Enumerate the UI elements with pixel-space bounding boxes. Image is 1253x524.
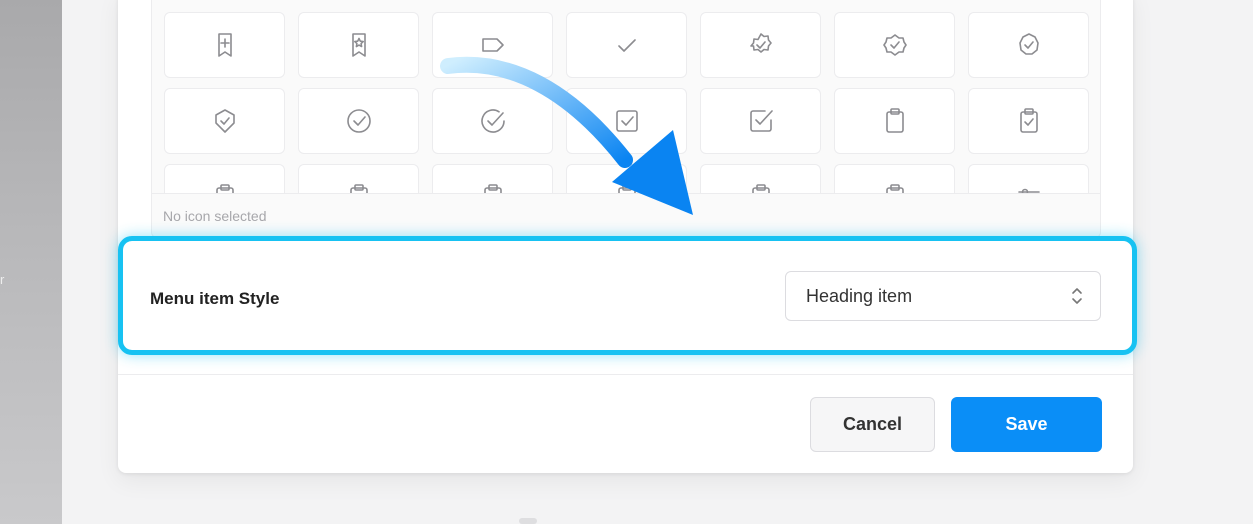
menu-item-style-label: Menu item Style (150, 289, 280, 308)
clipboard-icon (885, 108, 904, 133)
square-check-icon (615, 110, 638, 132)
icon-grid (164, 12, 1089, 193)
circle-check-2-icon (480, 109, 505, 133)
clipboard-icon (349, 184, 368, 193)
icon-option[interactable] (164, 12, 285, 78)
square-check-2-icon (749, 110, 773, 132)
menu-item-style-row: Menu item Style Heading item (118, 236, 1137, 355)
icon-option[interactable] (566, 12, 687, 78)
icon-option[interactable] (834, 88, 955, 154)
icon-option[interactable] (834, 12, 955, 78)
icon-option[interactable] (566, 164, 687, 193)
cancel-button[interactable]: Cancel (810, 397, 935, 452)
footer-divider (118, 374, 1133, 375)
badge-check-icon (749, 33, 772, 53)
menu-item-style-select[interactable]: Heading item (785, 271, 1101, 321)
check-icon (617, 39, 636, 52)
scroll-indicator (519, 518, 537, 524)
icon-option[interactable] (700, 12, 821, 78)
circle-check-icon (346, 109, 371, 133)
adjustments-icon (1017, 188, 1040, 193)
tag-icon (481, 38, 504, 52)
bookmark-star-icon (351, 33, 366, 57)
icon-option[interactable] (968, 88, 1089, 154)
save-button[interactable]: Save (951, 397, 1102, 452)
badge-check-3-icon (1018, 33, 1039, 55)
icon-option[interactable] (968, 164, 1089, 193)
icon-option[interactable] (968, 12, 1089, 78)
icon-option[interactable] (834, 164, 955, 193)
icon-option[interactable] (432, 88, 553, 154)
clipboard-icon (483, 184, 502, 193)
icon-picker: No icon selected (151, 0, 1101, 238)
background-sidebar: r (0, 0, 62, 524)
chevron-up-down-icon (1072, 288, 1082, 304)
icon-option[interactable] (432, 164, 553, 193)
icon-option[interactable] (164, 164, 285, 193)
icon-option[interactable] (298, 164, 419, 193)
menu-item-style-value: Heading item (806, 286, 913, 306)
icon-selection-status: No icon selected (152, 193, 1100, 237)
clipboard-icon (751, 184, 770, 193)
icon-option[interactable] (298, 88, 419, 154)
icon-option[interactable] (164, 88, 285, 154)
icon-option[interactable] (700, 88, 821, 154)
icon-option[interactable] (700, 164, 821, 193)
bookmark-plus-icon (217, 33, 232, 57)
badge-check-2-icon (882, 34, 907, 56)
clipboard-icon (617, 184, 636, 193)
icon-option[interactable] (298, 12, 419, 78)
background-text-fragment: r (0, 272, 5, 287)
icon-option[interactable] (566, 88, 687, 154)
icon-option[interactable] (432, 12, 553, 78)
clipboard-icon (885, 184, 904, 193)
shield-check-icon (214, 109, 235, 133)
clipboard-check-icon (1019, 108, 1038, 133)
clipboard-icon (215, 184, 234, 193)
